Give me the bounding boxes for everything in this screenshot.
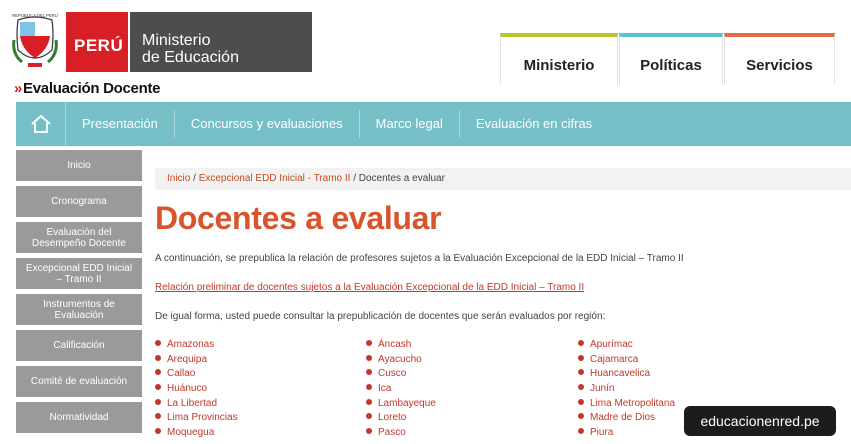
ministry-line-2: de Educación bbox=[142, 49, 239, 66]
site-title-text: Evaluación Docente bbox=[23, 80, 161, 97]
nav-home[interactable] bbox=[16, 102, 66, 146]
home-icon bbox=[30, 114, 51, 133]
region-link[interactable]: Madre de Dios bbox=[578, 411, 675, 426]
double-chevron-icon: » bbox=[14, 80, 23, 97]
intro-text: A continuación, se prepublica la relació… bbox=[155, 253, 684, 264]
site-title[interactable]: »Evaluación Docente bbox=[14, 80, 161, 97]
nav-item-evaluacion-cifras[interactable]: Evaluación en cifras bbox=[460, 110, 608, 138]
preliminary-list-link[interactable]: Relación preliminar de docentes sujetos … bbox=[155, 282, 584, 293]
breadcrumb-separator: / bbox=[350, 173, 359, 184]
breadcrumb-home-link[interactable]: Inicio bbox=[167, 173, 190, 184]
breadcrumb-section-link[interactable]: Excepcional EDD Inicial - Tramo II bbox=[199, 173, 351, 184]
bullet-icon bbox=[366, 413, 372, 420]
tab-politicas[interactable]: Políticas bbox=[619, 33, 723, 85]
page-title: Docentes a evaluar bbox=[155, 200, 442, 236]
region-link[interactable]: Arequipa bbox=[155, 353, 238, 368]
bullet-icon bbox=[366, 340, 372, 346]
bullet-icon bbox=[155, 398, 161, 405]
region-list-col-3: Apurímac Cajamarca Huancavelica Junín Li… bbox=[578, 338, 675, 441]
sidebar-item-calificacion[interactable]: Calificación bbox=[16, 330, 142, 361]
sidebar-item-cronograma[interactable]: Cronograma bbox=[16, 186, 142, 217]
region-link[interactable]: Cusco bbox=[366, 367, 436, 382]
sidebar-item-comite[interactable]: Comité de evaluación bbox=[16, 366, 142, 397]
watermark-badge: educacionenred.pe bbox=[684, 406, 836, 436]
bullet-icon bbox=[155, 413, 161, 420]
bullet-icon bbox=[366, 398, 372, 405]
sidebar: Inicio Cronograma Evaluación del Desempe… bbox=[16, 150, 142, 438]
region-link[interactable]: Lima Provincias bbox=[155, 411, 238, 426]
region-list-col-2: Áncash Ayacucho Cusco Ica Lambayeque Lor… bbox=[366, 338, 436, 441]
bullet-icon bbox=[155, 428, 161, 435]
bullet-icon bbox=[578, 369, 584, 376]
bullet-icon bbox=[578, 384, 584, 391]
breadcrumb-current: Docentes a evaluar bbox=[358, 173, 445, 184]
region-link[interactable]: Lambayeque bbox=[366, 397, 436, 412]
sidebar-item-inicio[interactable]: Inicio bbox=[16, 150, 142, 181]
bullet-icon bbox=[366, 384, 372, 391]
region-intro-text: De igual forma, usted puede consultar la… bbox=[155, 311, 606, 322]
bullet-icon bbox=[578, 428, 584, 435]
region-link[interactable]: Moquegua bbox=[155, 426, 238, 441]
bullet-icon bbox=[155, 384, 161, 391]
region-link[interactable]: Piura bbox=[578, 426, 675, 441]
bullet-icon bbox=[578, 354, 584, 361]
bullet-icon bbox=[366, 354, 372, 361]
breadcrumb-separator: / bbox=[190, 173, 199, 184]
region-link[interactable]: Loreto bbox=[366, 411, 436, 426]
sidebar-item-evaluacion-desempeno[interactable]: Evaluación del Desempeño Docente bbox=[16, 222, 142, 253]
bullet-icon bbox=[155, 340, 161, 346]
region-link[interactable]: Ayacucho bbox=[366, 353, 436, 368]
region-link[interactable]: Huánuco bbox=[155, 382, 238, 397]
bullet-icon bbox=[366, 428, 372, 435]
bullet-icon bbox=[578, 340, 584, 346]
region-link[interactable]: Ica bbox=[366, 382, 436, 397]
sidebar-item-instrumentos[interactable]: Instrumentos de Evaluación bbox=[16, 294, 142, 325]
breadcrumb: Inicio / Excepcional EDD Inicial - Tramo… bbox=[155, 168, 851, 190]
sidebar-item-normatividad[interactable]: Normatividad bbox=[16, 402, 142, 433]
ministry-line-1: Ministerio bbox=[142, 32, 211, 49]
nav-item-presentacion[interactable]: Presentación bbox=[66, 110, 175, 138]
bullet-icon bbox=[578, 398, 584, 405]
peru-coat-of-arms-logo: REPÚBLICA DEL PERÚ bbox=[12, 13, 58, 67]
region-link[interactable]: Pasco bbox=[366, 426, 436, 441]
tab-ministerio[interactable]: Ministerio bbox=[500, 33, 618, 85]
main-nav: Presentación Concursos y evaluaciones Ma… bbox=[16, 102, 851, 146]
tab-servicios[interactable]: Servicios bbox=[724, 33, 835, 85]
ministry-logo: Ministerio de Educación bbox=[130, 12, 312, 72]
region-link[interactable]: Callao bbox=[155, 367, 238, 382]
region-link[interactable]: Huancavelica bbox=[578, 367, 675, 382]
sidebar-item-excepcional-edd[interactable]: Excepcional EDD Inicial – Tramo II bbox=[16, 258, 142, 289]
region-link[interactable]: Amazonas bbox=[155, 338, 238, 353]
bullet-icon bbox=[366, 369, 372, 376]
nav-item-marco-legal[interactable]: Marco legal bbox=[360, 110, 460, 138]
region-link[interactable]: La Libertad bbox=[155, 397, 238, 412]
nav-item-concursos[interactable]: Concursos y evaluaciones bbox=[175, 110, 360, 138]
region-link[interactable]: Cajamarca bbox=[578, 353, 675, 368]
region-link[interactable]: Lima Metropolitana bbox=[578, 397, 675, 412]
bullet-icon bbox=[578, 413, 584, 420]
bullet-icon bbox=[155, 354, 161, 361]
region-link[interactable]: Áncash bbox=[366, 338, 436, 353]
top-tabs: Ministerio Políticas Servicios bbox=[500, 33, 836, 85]
region-list-col-1: Amazonas Arequipa Callao Huánuco La Libe… bbox=[155, 338, 238, 441]
region-link[interactable]: Apurímac bbox=[578, 338, 675, 353]
brand-peru-logo: PERÚ bbox=[66, 12, 128, 72]
region-link[interactable]: Junín bbox=[578, 382, 675, 397]
bullet-icon bbox=[155, 369, 161, 376]
